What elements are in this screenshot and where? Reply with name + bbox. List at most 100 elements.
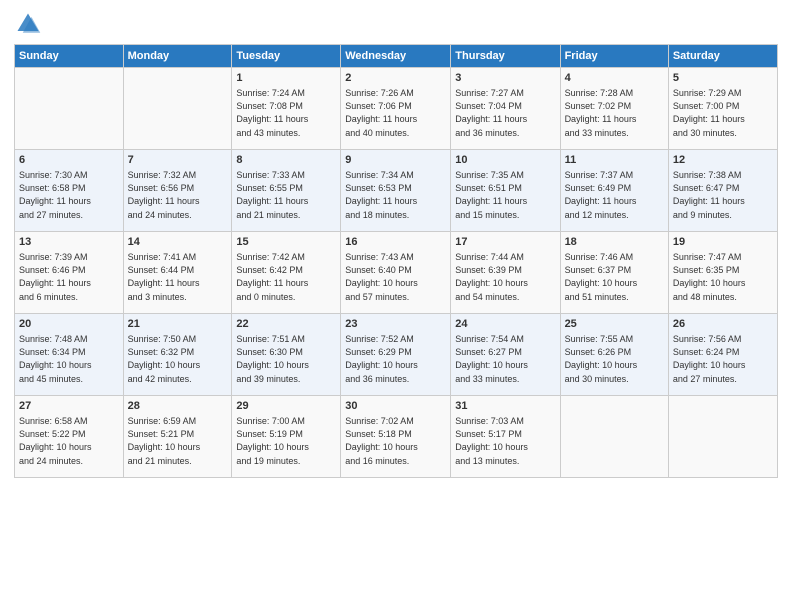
day-info: Sunrise: 7:41 AM Sunset: 6:44 PM Dayligh… — [128, 251, 228, 303]
day-number: 6 — [19, 153, 119, 168]
day-info: Sunrise: 7:27 AM Sunset: 7:04 PM Dayligh… — [455, 87, 555, 139]
day-number: 5 — [673, 71, 773, 86]
calendar-cell — [560, 396, 668, 478]
calendar-cell: 11Sunrise: 7:37 AM Sunset: 6:49 PM Dayli… — [560, 150, 668, 232]
col-header-monday: Monday — [123, 45, 232, 68]
day-info: Sunrise: 7:52 AM Sunset: 6:29 PM Dayligh… — [345, 333, 446, 385]
calendar-cell: 22Sunrise: 7:51 AM Sunset: 6:30 PM Dayli… — [232, 314, 341, 396]
day-info: Sunrise: 7:26 AM Sunset: 7:06 PM Dayligh… — [345, 87, 446, 139]
day-info: Sunrise: 7:47 AM Sunset: 6:35 PM Dayligh… — [673, 251, 773, 303]
day-info: Sunrise: 7:24 AM Sunset: 7:08 PM Dayligh… — [236, 87, 336, 139]
calendar-cell: 31Sunrise: 7:03 AM Sunset: 5:17 PM Dayli… — [451, 396, 560, 478]
day-number: 13 — [19, 235, 119, 250]
day-info: Sunrise: 7:42 AM Sunset: 6:42 PM Dayligh… — [236, 251, 336, 303]
calendar-cell: 7Sunrise: 7:32 AM Sunset: 6:56 PM Daylig… — [123, 150, 232, 232]
calendar-cell: 23Sunrise: 7:52 AM Sunset: 6:29 PM Dayli… — [341, 314, 451, 396]
calendar-cell: 27Sunrise: 6:58 AM Sunset: 5:22 PM Dayli… — [15, 396, 124, 478]
day-number: 18 — [565, 235, 664, 250]
week-row-3: 13Sunrise: 7:39 AM Sunset: 6:46 PM Dayli… — [15, 232, 778, 314]
calendar-cell: 24Sunrise: 7:54 AM Sunset: 6:27 PM Dayli… — [451, 314, 560, 396]
day-info: Sunrise: 7:03 AM Sunset: 5:17 PM Dayligh… — [455, 415, 555, 467]
day-info: Sunrise: 7:38 AM Sunset: 6:47 PM Dayligh… — [673, 169, 773, 221]
day-info: Sunrise: 7:39 AM Sunset: 6:46 PM Dayligh… — [19, 251, 119, 303]
calendar-cell: 3Sunrise: 7:27 AM Sunset: 7:04 PM Daylig… — [451, 68, 560, 150]
calendar-cell: 26Sunrise: 7:56 AM Sunset: 6:24 PM Dayli… — [668, 314, 777, 396]
calendar-cell: 17Sunrise: 7:44 AM Sunset: 6:39 PM Dayli… — [451, 232, 560, 314]
calendar-cell: 18Sunrise: 7:46 AM Sunset: 6:37 PM Dayli… — [560, 232, 668, 314]
col-header-saturday: Saturday — [668, 45, 777, 68]
day-info: Sunrise: 7:00 AM Sunset: 5:19 PM Dayligh… — [236, 415, 336, 467]
day-number: 15 — [236, 235, 336, 250]
day-info: Sunrise: 7:48 AM Sunset: 6:34 PM Dayligh… — [19, 333, 119, 385]
day-info: Sunrise: 7:28 AM Sunset: 7:02 PM Dayligh… — [565, 87, 664, 139]
day-info: Sunrise: 7:34 AM Sunset: 6:53 PM Dayligh… — [345, 169, 446, 221]
col-header-wednesday: Wednesday — [341, 45, 451, 68]
calendar-cell: 5Sunrise: 7:29 AM Sunset: 7:00 PM Daylig… — [668, 68, 777, 150]
day-number: 4 — [565, 71, 664, 86]
day-info: Sunrise: 7:44 AM Sunset: 6:39 PM Dayligh… — [455, 251, 555, 303]
logo-icon — [14, 10, 42, 38]
calendar-cell: 1Sunrise: 7:24 AM Sunset: 7:08 PM Daylig… — [232, 68, 341, 150]
col-header-tuesday: Tuesday — [232, 45, 341, 68]
calendar-cell: 6Sunrise: 7:30 AM Sunset: 6:58 PM Daylig… — [15, 150, 124, 232]
day-info: Sunrise: 7:33 AM Sunset: 6:55 PM Dayligh… — [236, 169, 336, 221]
calendar-cell: 21Sunrise: 7:50 AM Sunset: 6:32 PM Dayli… — [123, 314, 232, 396]
day-info: Sunrise: 7:46 AM Sunset: 6:37 PM Dayligh… — [565, 251, 664, 303]
day-number: 30 — [345, 399, 446, 414]
col-header-sunday: Sunday — [15, 45, 124, 68]
logo — [14, 10, 46, 38]
day-number: 16 — [345, 235, 446, 250]
week-row-1: 1Sunrise: 7:24 AM Sunset: 7:08 PM Daylig… — [15, 68, 778, 150]
calendar-cell — [668, 396, 777, 478]
day-info: Sunrise: 7:50 AM Sunset: 6:32 PM Dayligh… — [128, 333, 228, 385]
day-number: 27 — [19, 399, 119, 414]
day-number: 1 — [236, 71, 336, 86]
day-number: 29 — [236, 399, 336, 414]
day-number: 3 — [455, 71, 555, 86]
day-info: Sunrise: 7:43 AM Sunset: 6:40 PM Dayligh… — [345, 251, 446, 303]
day-number: 8 — [236, 153, 336, 168]
day-number: 25 — [565, 317, 664, 332]
calendar-cell: 12Sunrise: 7:38 AM Sunset: 6:47 PM Dayli… — [668, 150, 777, 232]
calendar-cell: 16Sunrise: 7:43 AM Sunset: 6:40 PM Dayli… — [341, 232, 451, 314]
day-number: 14 — [128, 235, 228, 250]
calendar-container: SundayMondayTuesdayWednesdayThursdayFrid… — [0, 0, 792, 612]
calendar-cell: 14Sunrise: 7:41 AM Sunset: 6:44 PM Dayli… — [123, 232, 232, 314]
day-number: 22 — [236, 317, 336, 332]
calendar-cell: 13Sunrise: 7:39 AM Sunset: 6:46 PM Dayli… — [15, 232, 124, 314]
calendar-cell — [123, 68, 232, 150]
header-row: SundayMondayTuesdayWednesdayThursdayFrid… — [15, 45, 778, 68]
day-info: Sunrise: 7:51 AM Sunset: 6:30 PM Dayligh… — [236, 333, 336, 385]
day-number: 26 — [673, 317, 773, 332]
calendar-cell — [15, 68, 124, 150]
col-header-friday: Friday — [560, 45, 668, 68]
day-number: 20 — [19, 317, 119, 332]
day-info: Sunrise: 6:59 AM Sunset: 5:21 PM Dayligh… — [128, 415, 228, 467]
calendar-cell: 25Sunrise: 7:55 AM Sunset: 6:26 PM Dayli… — [560, 314, 668, 396]
day-info: Sunrise: 7:30 AM Sunset: 6:58 PM Dayligh… — [19, 169, 119, 221]
day-number: 23 — [345, 317, 446, 332]
day-number: 21 — [128, 317, 228, 332]
calendar-tbody: 1Sunrise: 7:24 AM Sunset: 7:08 PM Daylig… — [15, 68, 778, 478]
week-row-5: 27Sunrise: 6:58 AM Sunset: 5:22 PM Dayli… — [15, 396, 778, 478]
day-info: Sunrise: 7:56 AM Sunset: 6:24 PM Dayligh… — [673, 333, 773, 385]
day-number: 9 — [345, 153, 446, 168]
calendar-cell: 10Sunrise: 7:35 AM Sunset: 6:51 PM Dayli… — [451, 150, 560, 232]
day-info: Sunrise: 7:37 AM Sunset: 6:49 PM Dayligh… — [565, 169, 664, 221]
calendar-cell: 8Sunrise: 7:33 AM Sunset: 6:55 PM Daylig… — [232, 150, 341, 232]
calendar-thead: SundayMondayTuesdayWednesdayThursdayFrid… — [15, 45, 778, 68]
day-info: Sunrise: 7:02 AM Sunset: 5:18 PM Dayligh… — [345, 415, 446, 467]
week-row-4: 20Sunrise: 7:48 AM Sunset: 6:34 PM Dayli… — [15, 314, 778, 396]
day-info: Sunrise: 6:58 AM Sunset: 5:22 PM Dayligh… — [19, 415, 119, 467]
day-number: 10 — [455, 153, 555, 168]
day-number: 11 — [565, 153, 664, 168]
week-row-2: 6Sunrise: 7:30 AM Sunset: 6:58 PM Daylig… — [15, 150, 778, 232]
calendar-cell: 15Sunrise: 7:42 AM Sunset: 6:42 PM Dayli… — [232, 232, 341, 314]
day-info: Sunrise: 7:32 AM Sunset: 6:56 PM Dayligh… — [128, 169, 228, 221]
calendar-cell: 4Sunrise: 7:28 AM Sunset: 7:02 PM Daylig… — [560, 68, 668, 150]
col-header-thursday: Thursday — [451, 45, 560, 68]
calendar-table: SundayMondayTuesdayWednesdayThursdayFrid… — [14, 44, 778, 478]
day-info: Sunrise: 7:29 AM Sunset: 7:00 PM Dayligh… — [673, 87, 773, 139]
calendar-header — [14, 10, 778, 38]
day-number: 31 — [455, 399, 555, 414]
